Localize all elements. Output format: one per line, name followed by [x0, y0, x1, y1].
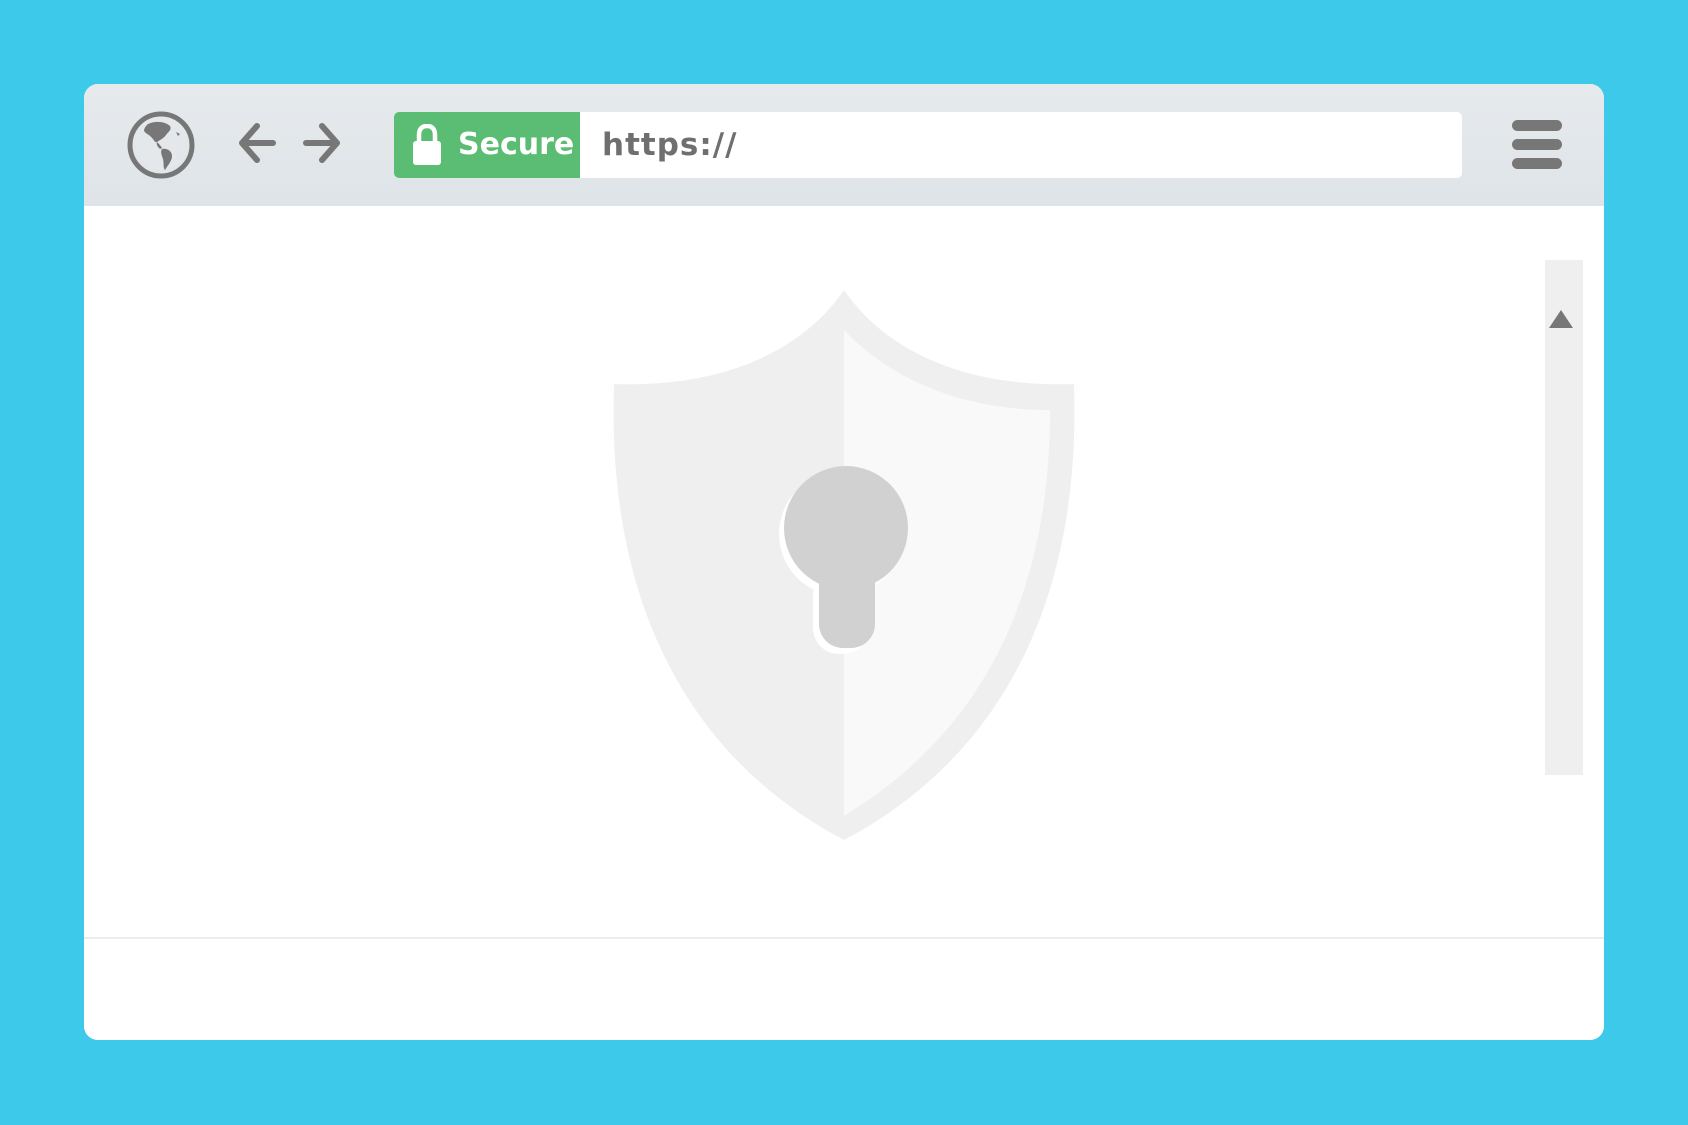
hamburger-menu-icon-bar-middle: [1512, 139, 1562, 150]
back-button[interactable]: [237, 121, 277, 165]
forward-button[interactable]: [302, 121, 342, 165]
scroll-up-button[interactable]: [1547, 308, 1575, 330]
menu-button[interactable]: [1512, 120, 1564, 170]
padlock-icon: [413, 124, 441, 165]
globe-icon: [127, 111, 195, 179]
browser-window: Secure https://: [84, 84, 1604, 1040]
shield-keyhole-icon: [613, 290, 1075, 840]
status-bar: [84, 939, 1604, 1040]
browser-toolbar: Secure https://: [84, 84, 1604, 206]
address-bar[interactable]: Secure https://: [394, 112, 1462, 178]
secure-badge[interactable]: Secure: [394, 112, 580, 178]
scrollbar-track[interactable]: [1545, 260, 1583, 775]
triangle-up-icon: [1549, 310, 1573, 328]
secure-label: Secure: [458, 127, 575, 162]
hamburger-menu-icon-bar-bottom: [1512, 158, 1562, 169]
page-content: [84, 206, 1604, 937]
url-text[interactable]: https://: [602, 112, 737, 178]
hamburger-menu-icon-bar-top: [1512, 120, 1562, 131]
